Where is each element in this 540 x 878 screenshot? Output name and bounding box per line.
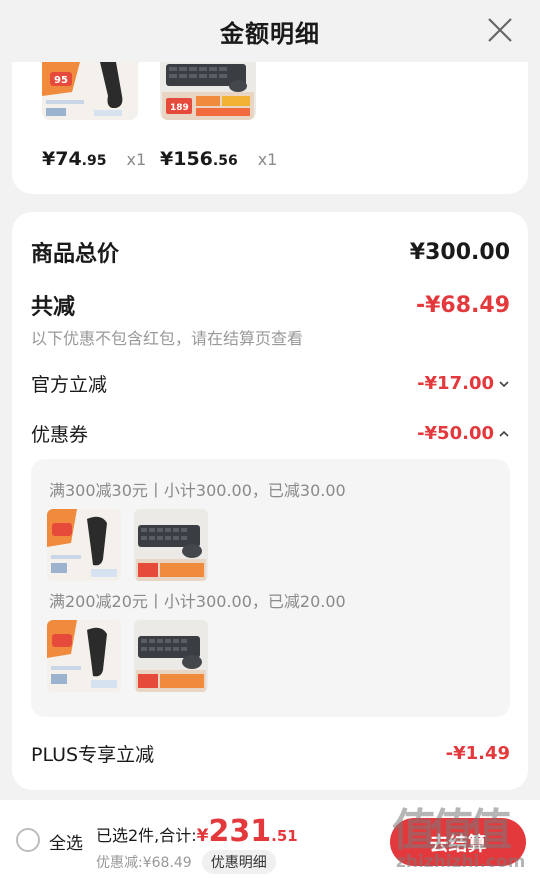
coupon-product-keyboard[interactable]: [134, 620, 208, 692]
amount-detail-card: 商品总价 ¥300.00 共减 -¥68.49 以下优惠不包含红包，请在结算页查…: [12, 212, 528, 790]
coupon-product-scanner[interactable]: [47, 620, 121, 692]
coupon-product-scanner[interactable]: [47, 509, 121, 581]
coupon-value: -¥50.00: [417, 423, 494, 444]
chevron-up-icon: [499, 430, 509, 437]
price-decimal: .95: [81, 153, 107, 169]
coupon-label: 优惠券: [31, 424, 89, 446]
selected-count-label: 已选2件,合计:: [96, 826, 197, 845]
official-discount-value: -¥17.00: [417, 373, 494, 394]
product-price-scanner: ¥74 .95 x1: [42, 148, 146, 170]
header: 金额明细: [0, 0, 540, 62]
official-discount-label: 官方立减: [31, 374, 108, 396]
coupon-rule-2: 满200减20元丨小计300.00，已减20.00: [49, 592, 346, 611]
product-price-keyboard: ¥156 .56 x1: [160, 148, 277, 170]
close-button[interactable]: [482, 12, 518, 48]
total-price-row: 商品总价 ¥300.00: [31, 236, 510, 268]
product-card: 95 189 ¥74 .95 x1 ¥156 .56 x1: [12, 62, 528, 194]
price-integer: ¥156: [160, 148, 213, 170]
discount-amount: 优惠减:¥68.49: [96, 855, 192, 871]
coupon-row[interactable]: 优惠券 -¥50.00: [31, 420, 510, 447]
scanner-badge-text: 95: [54, 75, 68, 86]
plus-discount-label: PLUS专享立减: [31, 744, 155, 766]
total-integer: 231: [208, 814, 272, 849]
plus-discount-value: -¥1.49: [445, 743, 510, 764]
discount-detail-button[interactable]: 优惠明细: [201, 850, 276, 874]
select-all-label[interactable]: 全选: [49, 829, 83, 854]
select-all-checkbox[interactable]: [16, 828, 40, 852]
total-reduce-value: -¥68.49: [415, 292, 510, 318]
price-decimal: .56: [212, 153, 238, 169]
product-image-scanner[interactable]: 95: [42, 62, 138, 120]
plus-discount-row: PLUS专享立减 -¥1.49: [31, 740, 510, 767]
total-price-value: ¥300.00: [409, 239, 510, 265]
keyboard-price-text: 189: [170, 103, 189, 113]
coupon-rule-1: 满300减30元丨小计300.00，已减30.00: [49, 481, 346, 500]
close-icon: [488, 18, 512, 42]
quantity: x1: [257, 150, 278, 169]
checkout-bar: 全选 已选2件,合计: ¥ 231 .51 优惠减:¥68.49 优惠明细 去结…: [0, 800, 540, 878]
reduce-note: 以下优惠不包含红包，请在结算页查看: [31, 329, 304, 348]
product-image-keyboard[interactable]: 189: [160, 62, 256, 120]
selected-summary: 已选2件,合计: ¥ 231 .51: [96, 814, 298, 849]
coupon-product-keyboard[interactable]: [134, 509, 208, 581]
checkout-button[interactable]: 去结算: [390, 818, 526, 866]
total-reduce-label: 共减: [31, 295, 76, 320]
total-currency: ¥: [196, 826, 209, 846]
official-discount-row[interactable]: 官方立减 -¥17.00: [31, 370, 510, 397]
coupon-detail-box: 满300减30元丨小计300.00，已减30.00 满200减20元丨小计300…: [31, 459, 510, 717]
total-price-label: 商品总价: [31, 242, 120, 267]
total-reduce-row: 共减 -¥68.49: [31, 289, 510, 321]
page-title: 金额明细: [220, 19, 320, 48]
total-decimal: .51: [271, 827, 298, 845]
price-integer: ¥74: [42, 148, 82, 170]
discount-summary: 优惠减:¥68.49 优惠明细: [96, 850, 276, 874]
quantity: x1: [126, 150, 147, 169]
chevron-down-icon: [499, 380, 509, 387]
